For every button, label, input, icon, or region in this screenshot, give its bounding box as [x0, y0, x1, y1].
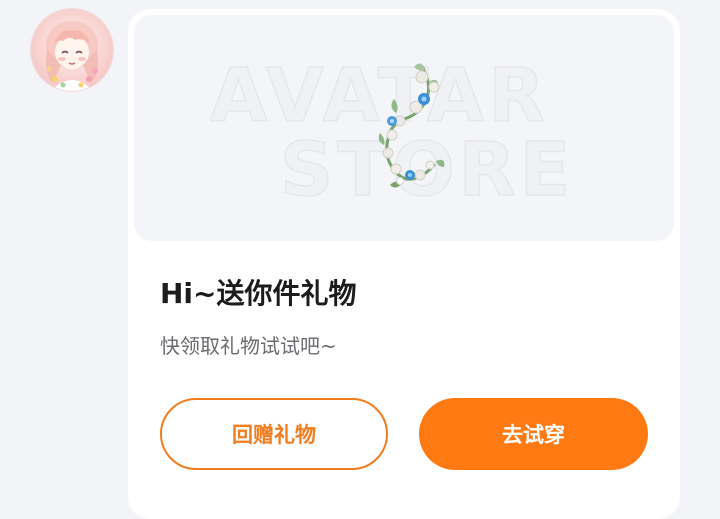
avatar-image — [45, 21, 99, 91]
gift-card: AVATAR STORE Hi~送你件礼物 快领取礼物试试吧~ 回赠礼物 去试穿 — [128, 9, 680, 519]
gift-title: Hi~送你件礼物 — [160, 277, 357, 310]
flower-vine-icon — [378, 63, 445, 188]
sender-avatar[interactable] — [31, 9, 113, 91]
try-on-button[interactable]: 去试穿 — [419, 398, 648, 470]
gift-subtitle: 快领取礼物试试吧~ — [160, 334, 337, 358]
gift-banner: AVATAR STORE — [134, 15, 674, 241]
return-gift-button[interactable]: 回赠礼物 — [160, 398, 388, 470]
